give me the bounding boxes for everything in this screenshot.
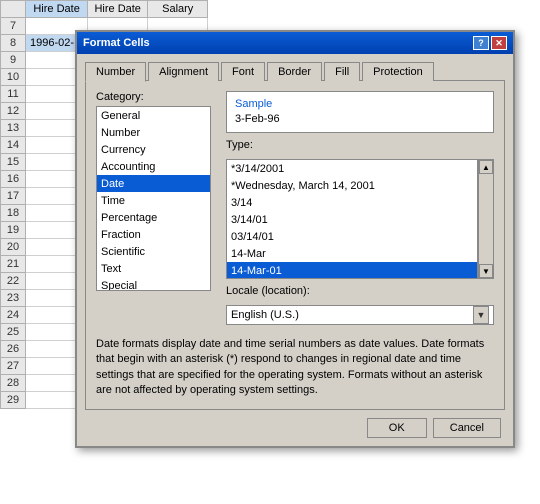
row-header [1,1,26,18]
category-item-accounting[interactable]: Accounting [97,158,210,175]
category-item-fraction[interactable]: Fraction [97,226,210,243]
category-label: Category: [96,91,216,103]
row-header-21: 21 [1,256,26,273]
category-item-currency[interactable]: Currency [97,141,210,158]
category-item-date[interactable]: Date [97,175,210,192]
type-item-6[interactable]: 14-Mar-01 [227,262,477,279]
row-header-17: 17 [1,188,26,205]
type-list-container: *3/14/2001 *Wednesday, March 14, 2001 3/… [226,159,494,279]
locale-label: Locale (location): [226,285,494,297]
tab-border[interactable]: Border [267,62,322,81]
category-item-time[interactable]: Time [97,192,210,209]
tab-alignment[interactable]: Alignment [148,62,219,81]
row-header-16: 16 [1,171,26,188]
type-list[interactable]: *3/14/2001 *Wednesday, March 14, 2001 3/… [226,159,478,279]
panel-inner: Category: General Number Currency Accoun… [96,91,494,325]
category-item-general[interactable]: General [97,107,210,124]
row-header-25: 25 [1,324,26,341]
ok-button[interactable]: OK [367,418,427,438]
scrollbar-track [479,174,493,264]
type-item-3[interactable]: 3/14/01 [227,211,477,228]
tab-number[interactable]: Number [85,62,146,82]
locale-select[interactable]: English (U.S.) ▼ [226,305,494,325]
row-header-19: 19 [1,222,26,239]
type-item-5[interactable]: 14-Mar [227,245,477,262]
scroll-down-button[interactable]: ▼ [479,264,493,278]
row-header-9: 9 [1,52,26,69]
sample-label: Sample [235,98,485,110]
dialog-title: Format Cells [83,37,150,49]
row-header-26: 26 [1,341,26,358]
category-item-scientific[interactable]: Scientific [97,243,210,260]
row-header-20: 20 [1,239,26,256]
scroll-up-button[interactable]: ▲ [479,160,493,174]
format-description: Date formats display date and time seria… [96,333,494,399]
row-header-29: 29 [1,392,26,409]
dialog-content: Number Alignment Font Border Fill Protec… [77,54,513,446]
type-item-0[interactable]: *3/14/2001 [227,160,477,177]
type-label: Type: [226,139,494,151]
row-header-22: 22 [1,273,26,290]
category-item-text[interactable]: Text [97,260,210,277]
row-header-24: 24 [1,307,26,324]
tab-fill[interactable]: Fill [324,62,360,81]
col-header-b: Hire Date [88,1,148,18]
row-header-8: 8 [1,35,26,52]
col-header-c: Salary [148,1,208,18]
row-header-23: 23 [1,290,26,307]
row-header-12: 12 [1,103,26,120]
right-section: Sample 3-Feb-96 Type: *3/14/2001 *Wednes… [226,91,494,325]
locale-dropdown-arrow[interactable]: ▼ [473,306,489,324]
close-button[interactable]: ✕ [491,36,507,50]
dialog-title-bar: Format Cells ? ✕ [77,32,513,54]
tab-bar: Number Alignment Font Border Fill Protec… [85,62,505,81]
sample-section: Sample 3-Feb-96 [226,91,494,133]
category-item-percentage[interactable]: Percentage [97,209,210,226]
type-item-1[interactable]: *Wednesday, March 14, 2001 [227,177,477,194]
row-header-13: 13 [1,120,26,137]
row-header-27: 27 [1,358,26,375]
row-header-15: 15 [1,154,26,171]
col-header-a: Hire Date [26,1,88,18]
help-button[interactable]: ? [473,36,489,50]
row-header-7: 7 [1,18,26,35]
type-scrollbar[interactable]: ▲ ▼ [478,159,494,279]
format-cells-dialog: Format Cells ? ✕ Number Alignment Font B… [75,30,515,448]
row-header-11: 11 [1,86,26,103]
locale-value: English (U.S.) [231,309,473,321]
row-header-14: 14 [1,137,26,154]
tab-panel-number: Category: General Number Currency Accoun… [85,80,505,410]
row-header-10: 10 [1,69,26,86]
category-item-special[interactable]: Special [97,277,210,291]
row-header-28: 28 [1,375,26,392]
cancel-button[interactable]: Cancel [433,418,501,438]
sample-value: 3-Feb-96 [235,112,485,126]
tab-font[interactable]: Font [221,62,265,81]
type-item-2[interactable]: 3/14 [227,194,477,211]
tab-protection[interactable]: Protection [362,62,434,81]
type-item-4[interactable]: 03/14/01 [227,228,477,245]
bottom-buttons: OK Cancel [85,418,505,438]
category-item-number[interactable]: Number [97,124,210,141]
row-header-18: 18 [1,205,26,222]
category-list[interactable]: General Number Currency Accounting Date … [96,106,211,291]
title-bar-buttons: ? ✕ [473,36,507,50]
category-section: Category: General Number Currency Accoun… [96,91,216,325]
